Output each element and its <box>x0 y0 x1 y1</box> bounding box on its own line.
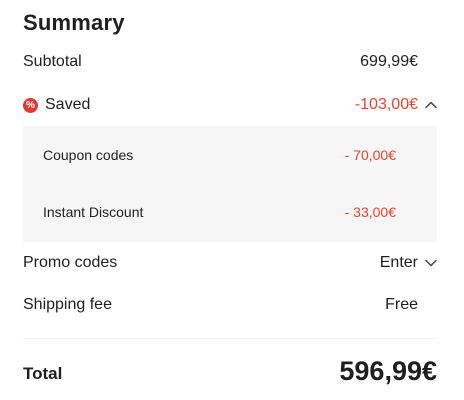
shipping-fee-value: Free <box>385 296 418 313</box>
coupon-codes-label: Coupon codes <box>43 147 134 163</box>
summary-divider <box>23 338 437 339</box>
coupon-codes-value: - 70,00€ <box>344 147 396 163</box>
total-label: Total <box>23 364 63 383</box>
chevron-down-icon[interactable] <box>424 256 438 270</box>
chevron-up-icon[interactable] <box>424 98 438 112</box>
promo-codes-enter-button[interactable]: Enter <box>380 254 418 272</box>
subtotal-label: Subtotal <box>23 53 82 70</box>
saved-label[interactable]: Saved <box>45 96 90 114</box>
summary-title: Summary <box>23 10 125 35</box>
total-value: 596,99€ <box>339 356 437 386</box>
instant-discount-value: - 33,00€ <box>344 204 396 220</box>
saved-value[interactable]: -103,00€ <box>355 96 418 114</box>
promo-codes-label: Promo codes <box>23 254 118 271</box>
order-summary-panel: Summary Subtotal 699,99€ % Saved -103,00… <box>0 0 464 400</box>
percent-badge-icon: % <box>23 98 38 113</box>
discount-breakdown-box <box>23 126 437 242</box>
subtotal-value: 699,99€ <box>360 53 418 70</box>
shipping-fee-label: Shipping fee <box>23 296 112 313</box>
instant-discount-label: Instant Discount <box>43 204 144 220</box>
